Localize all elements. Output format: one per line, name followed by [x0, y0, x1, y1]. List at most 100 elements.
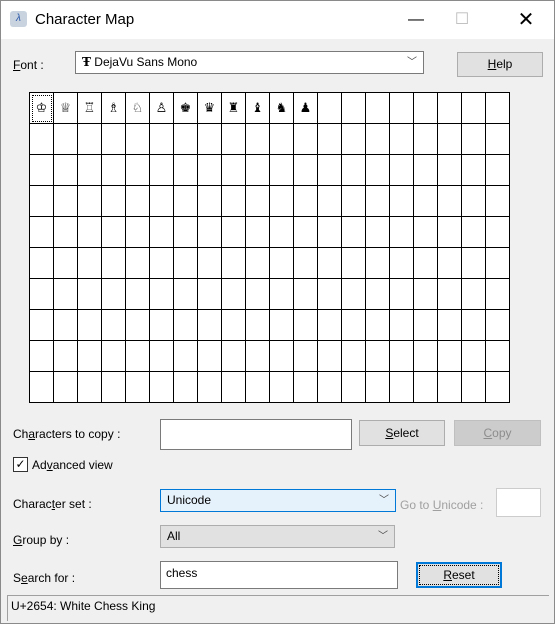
character-cell[interactable]: [222, 372, 246, 403]
character-cell[interactable]: [30, 279, 54, 310]
character-cell[interactable]: [486, 155, 510, 186]
character-cell[interactable]: [150, 155, 174, 186]
character-set-dropdown[interactable]: Unicode ﹀: [160, 489, 396, 512]
character-cell[interactable]: [30, 341, 54, 372]
character-cell[interactable]: [222, 124, 246, 155]
character-cell[interactable]: [366, 186, 390, 217]
character-cell[interactable]: [390, 124, 414, 155]
character-cell[interactable]: [270, 279, 294, 310]
close-button[interactable]: ✕: [503, 1, 549, 39]
character-cell[interactable]: [342, 372, 366, 403]
font-dropdown[interactable]: Ŧ DejaVu Sans Mono ﹀: [75, 51, 424, 74]
character-cell[interactable]: [390, 248, 414, 279]
character-cell[interactable]: [294, 155, 318, 186]
character-cell[interactable]: [462, 341, 486, 372]
help-button[interactable]: Help: [457, 52, 543, 77]
group-by-dropdown[interactable]: All ﹀: [160, 525, 395, 548]
character-cell[interactable]: [54, 279, 78, 310]
character-cell[interactable]: [102, 310, 126, 341]
character-cell[interactable]: [366, 217, 390, 248]
character-cell[interactable]: [222, 217, 246, 248]
character-cell[interactable]: [150, 217, 174, 248]
character-cell[interactable]: [462, 217, 486, 248]
character-cell[interactable]: [102, 124, 126, 155]
character-cell[interactable]: [126, 217, 150, 248]
character-cell[interactable]: [294, 372, 318, 403]
character-cell[interactable]: [174, 217, 198, 248]
character-cell[interactable]: [198, 279, 222, 310]
character-cell[interactable]: [462, 248, 486, 279]
character-cell[interactable]: [462, 155, 486, 186]
character-cell[interactable]: [366, 248, 390, 279]
characters-to-copy-input[interactable]: [160, 419, 352, 450]
character-cell[interactable]: [342, 341, 366, 372]
character-cell[interactable]: [438, 186, 462, 217]
character-cell[interactable]: [246, 124, 270, 155]
character-cell[interactable]: [318, 217, 342, 248]
character-cell[interactable]: [486, 217, 510, 248]
character-cell[interactable]: [246, 279, 270, 310]
character-cell[interactable]: [390, 155, 414, 186]
character-cell[interactable]: [78, 248, 102, 279]
character-cell[interactable]: [102, 341, 126, 372]
character-cell[interactable]: [222, 248, 246, 279]
character-cell[interactable]: [318, 186, 342, 217]
minimize-button[interactable]: —: [393, 1, 439, 39]
character-cell[interactable]: [414, 93, 438, 124]
character-cell[interactable]: [270, 310, 294, 341]
character-cell[interactable]: [54, 155, 78, 186]
character-cell[interactable]: [294, 186, 318, 217]
character-cell[interactable]: [222, 341, 246, 372]
character-cell[interactable]: [198, 186, 222, 217]
character-cell[interactable]: [318, 372, 342, 403]
character-cell[interactable]: [486, 248, 510, 279]
search-input[interactable]: chess: [160, 561, 398, 589]
character-cell[interactable]: [246, 217, 270, 248]
character-cell[interactable]: [414, 186, 438, 217]
character-cell[interactable]: [126, 186, 150, 217]
character-cell[interactable]: [270, 341, 294, 372]
character-cell[interactable]: [294, 279, 318, 310]
character-cell[interactable]: [294, 124, 318, 155]
character-cell[interactable]: [30, 310, 54, 341]
character-cell[interactable]: ♘: [126, 93, 150, 124]
character-cell[interactable]: [294, 217, 318, 248]
character-cell[interactable]: [78, 155, 102, 186]
character-cell[interactable]: [78, 341, 102, 372]
character-cell[interactable]: [462, 279, 486, 310]
character-cell[interactable]: [102, 279, 126, 310]
character-cell[interactable]: [222, 155, 246, 186]
character-cell[interactable]: [150, 310, 174, 341]
character-cell[interactable]: [30, 217, 54, 248]
character-cell[interactable]: [246, 248, 270, 279]
character-cell[interactable]: [150, 124, 174, 155]
character-cell[interactable]: ♜: [222, 93, 246, 124]
character-cell[interactable]: [414, 124, 438, 155]
character-cell[interactable]: [174, 186, 198, 217]
character-cell[interactable]: [246, 372, 270, 403]
character-cell[interactable]: ♝: [246, 93, 270, 124]
character-cell[interactable]: [30, 124, 54, 155]
character-cell[interactable]: [102, 155, 126, 186]
character-cell[interactable]: [150, 341, 174, 372]
character-cell[interactable]: [438, 155, 462, 186]
character-cell[interactable]: [294, 310, 318, 341]
character-cell[interactable]: [150, 372, 174, 403]
character-cell[interactable]: [78, 279, 102, 310]
character-cell[interactable]: [318, 279, 342, 310]
character-cell[interactable]: [126, 124, 150, 155]
character-cell[interactable]: [270, 217, 294, 248]
character-cell[interactable]: [270, 248, 294, 279]
character-cell[interactable]: [390, 186, 414, 217]
character-cell[interactable]: [462, 372, 486, 403]
character-cell[interactable]: [318, 248, 342, 279]
character-cell[interactable]: [54, 248, 78, 279]
character-cell[interactable]: [294, 341, 318, 372]
character-cell[interactable]: [78, 124, 102, 155]
character-cell[interactable]: [174, 310, 198, 341]
character-cell[interactable]: [198, 155, 222, 186]
character-cell[interactable]: [174, 124, 198, 155]
character-cell[interactable]: [54, 341, 78, 372]
character-cell[interactable]: [222, 279, 246, 310]
character-cell[interactable]: [414, 341, 438, 372]
